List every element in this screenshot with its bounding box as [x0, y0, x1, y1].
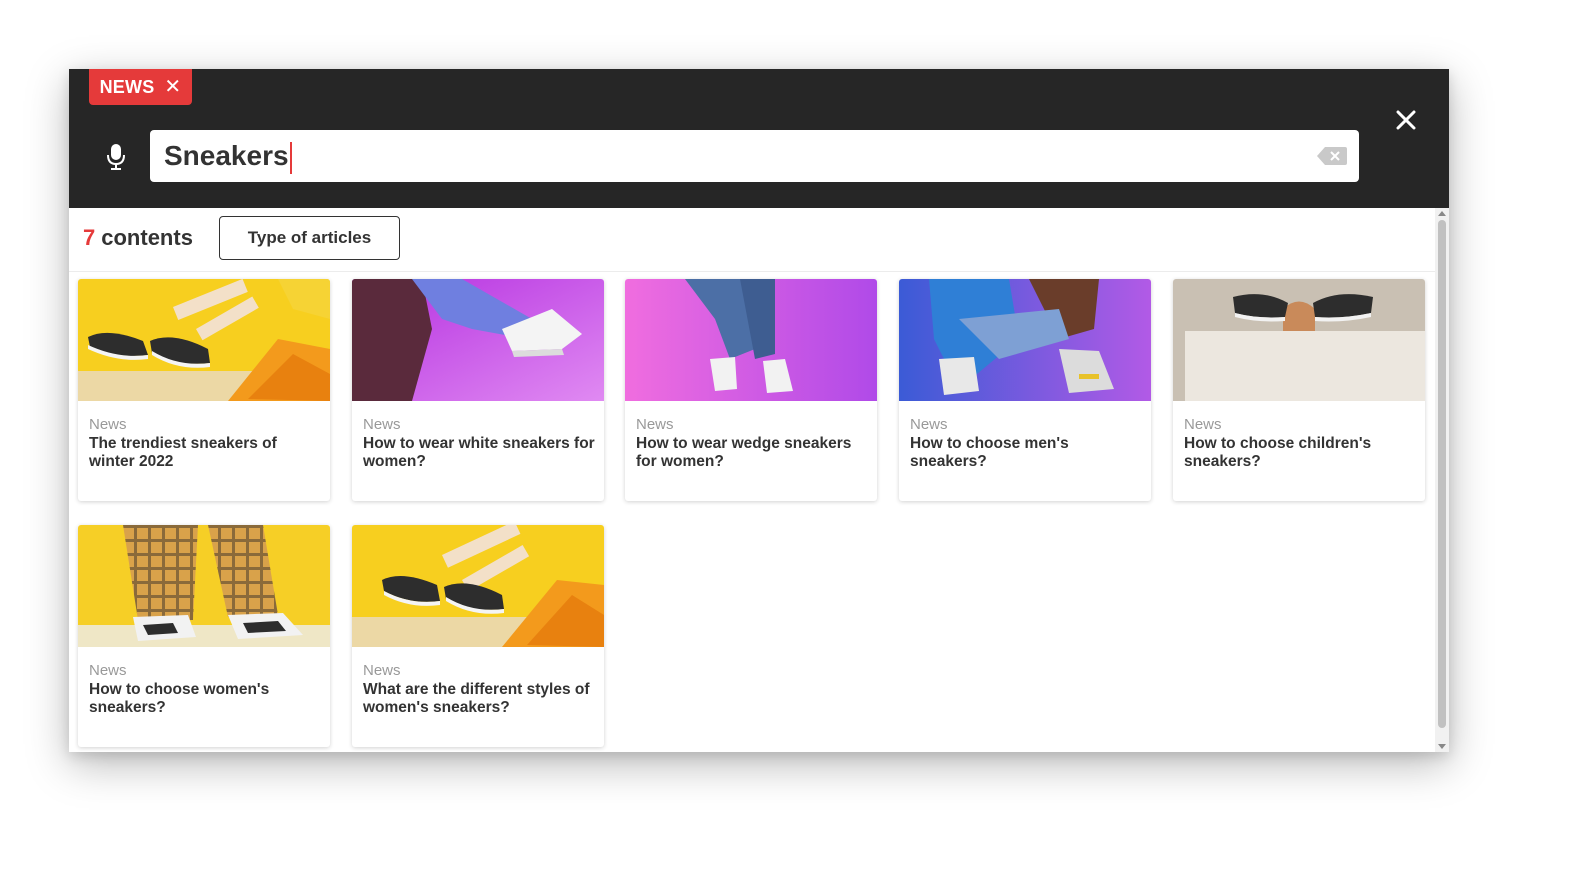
- article-image: [352, 525, 604, 647]
- article-title: What are the different styles of women's…: [363, 681, 590, 716]
- scroll-down-icon[interactable]: [1438, 744, 1446, 749]
- article-title: How to choose children's sneakers?: [1184, 435, 1372, 470]
- article-category: News: [363, 662, 401, 679]
- remove-filter-icon[interactable]: ✕: [164, 77, 181, 97]
- article-title: How to choose women's sneakers?: [89, 681, 270, 716]
- article-title: How to wear white sneakers for women?: [363, 435, 595, 470]
- article-card[interactable]: News What are the different styles of wo…: [352, 525, 604, 747]
- results-scrollbar[interactable]: [1435, 208, 1449, 752]
- search-input[interactable]: Sneakers: [150, 130, 1359, 182]
- results-count: 7 contents: [83, 225, 193, 251]
- search-header: NEWS ✕ Sneakers: [69, 69, 1449, 208]
- results-toolbar: 7 contents Type of articles: [69, 208, 1435, 272]
- clear-input-icon[interactable]: [1317, 147, 1347, 165]
- article-category: News: [89, 416, 127, 433]
- article-image: [78, 279, 330, 401]
- article-card[interactable]: News How to wear white sneakers for wome…: [352, 279, 604, 501]
- scroll-up-icon[interactable]: [1438, 211, 1446, 216]
- article-category: News: [363, 416, 401, 433]
- microphone-icon[interactable]: [105, 144, 127, 170]
- text-caret: [289, 141, 292, 174]
- search-input-value[interactable]: Sneakers: [164, 139, 292, 174]
- news-filter-chip[interactable]: NEWS ✕: [89, 69, 192, 105]
- article-image: [899, 279, 1151, 401]
- article-title: How to choose men's sneakers?: [910, 435, 1069, 470]
- article-card[interactable]: News How to wear wedge sneakers for wome…: [625, 279, 877, 501]
- search-overlay: NEWS ✕ Sneakers 7 contents Type of articl…: [69, 69, 1449, 752]
- article-card[interactable]: News The trendiest sneakers of winter 20…: [78, 279, 330, 501]
- results-count-number: 7: [83, 225, 96, 250]
- article-category: News: [636, 416, 674, 433]
- article-card[interactable]: News How to choose children's sneakers?: [1173, 279, 1425, 501]
- article-image: [1173, 279, 1425, 401]
- close-icon[interactable]: [1395, 109, 1417, 131]
- article-image: [78, 525, 330, 647]
- article-category: News: [89, 662, 127, 679]
- article-category: News: [1184, 416, 1222, 433]
- results-panel: 7 contents Type of articles News The tren…: [69, 208, 1435, 752]
- article-title: The trendiest sneakers of winter 2022: [89, 435, 277, 470]
- article-card[interactable]: News How to choose women's sneakers?: [78, 525, 330, 747]
- scrollbar-thumb[interactable]: [1438, 220, 1446, 728]
- article-category: News: [910, 416, 948, 433]
- article-image: [352, 279, 604, 401]
- article-card[interactable]: News How to choose men's sneakers?: [899, 279, 1151, 501]
- results-count-label: contents: [101, 225, 193, 250]
- chip-label: NEWS: [99, 76, 155, 97]
- type-of-articles-button[interactable]: Type of articles: [219, 216, 400, 260]
- article-title: How to wear wedge sneakers for women?: [636, 435, 852, 470]
- article-image: [625, 279, 877, 401]
